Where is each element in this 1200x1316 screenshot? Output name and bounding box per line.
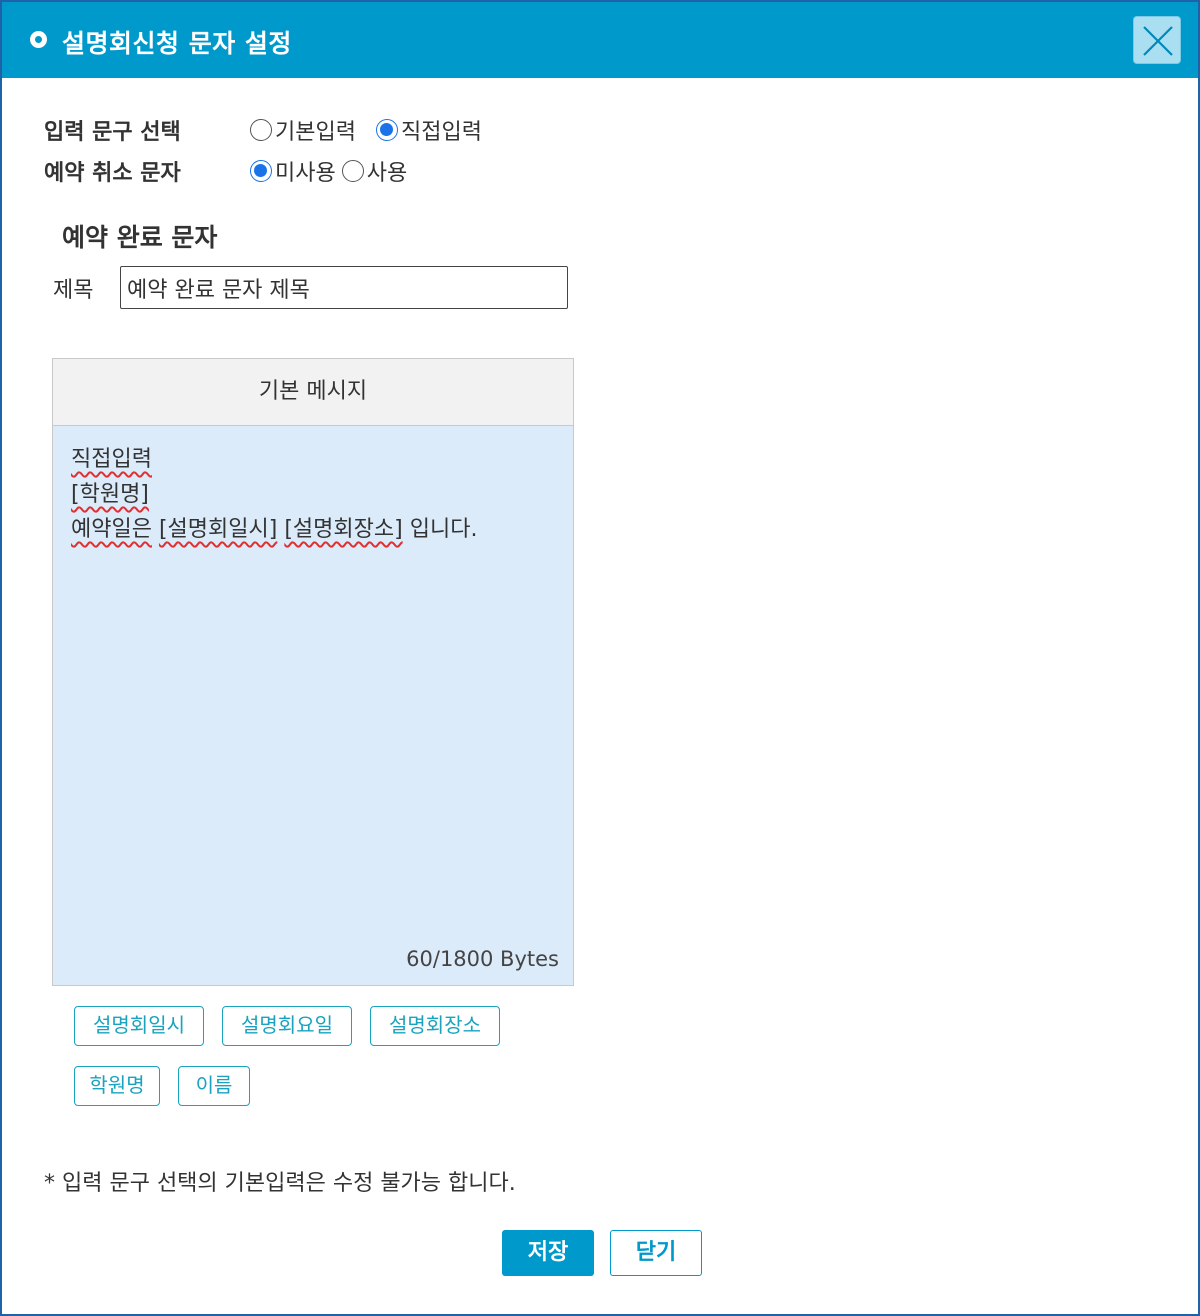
radio-direct-input-label: 직접입력 bbox=[400, 120, 482, 145]
radio-not-used-label: 미사용 bbox=[275, 161, 336, 186]
message-line: 예약일은 [설명회일시] [설명회장소] 입니다. bbox=[71, 517, 478, 542]
close-x-icon bbox=[1143, 26, 1173, 56]
save-button[interactable]: 저장 bbox=[502, 1230, 594, 1276]
message-line: 직접입력 bbox=[71, 447, 152, 472]
radio-not-used-circle[interactable] bbox=[250, 160, 272, 182]
radio-used-label: 사용 bbox=[366, 161, 408, 186]
input-phrase-label: 입력 문구 선택 bbox=[44, 120, 181, 145]
message-box: 기본 메시지 직접입력 [학원명] 예약일은 [설명회일시] [설명회장소] 입… bbox=[52, 358, 574, 986]
subject-label: 제목 bbox=[53, 278, 94, 303]
radio-used-circle[interactable] bbox=[341, 160, 364, 182]
bullet-icon bbox=[30, 31, 47, 48]
cancel-message-row: 예약 취소 문자 미사용 사용 bbox=[44, 154, 413, 188]
sms-settings-dialog: 설명회신청 문자 설정 입력 문구 선택 기본입력 직접입력 예약 취소 문자 … bbox=[0, 0, 1200, 1316]
complete-message-title: 예약 완료 문자 bbox=[62, 223, 218, 252]
message-box-header: 기본 메시지 bbox=[53, 359, 573, 426]
tag-button-session-weekday[interactable]: 설명회요일 bbox=[222, 1006, 352, 1046]
subject-input[interactable] bbox=[120, 266, 568, 309]
tag-button-session-place[interactable]: 설명회장소 bbox=[370, 1006, 500, 1046]
radio-used[interactable]: 사용 bbox=[341, 155, 408, 187]
input-phrase-row: 입력 문구 선택 기본입력 직접입력 bbox=[44, 113, 488, 147]
tag-button-session-datetime[interactable]: 설명회일시 bbox=[74, 1006, 204, 1046]
cancel-message-label: 예약 취소 문자 bbox=[44, 161, 181, 186]
radio-direct-input[interactable]: 직접입력 bbox=[375, 114, 482, 146]
tag-button-academy-name[interactable]: 학원명 bbox=[74, 1066, 160, 1106]
message-line: [학원명] bbox=[71, 482, 149, 507]
dialog-title: 설명회신청 문자 설정 bbox=[62, 29, 292, 58]
dialog-titlebar: 설명회신청 문자 설정 bbox=[2, 2, 1198, 78]
notice-text: * 입력 문구 선택의 기본입력은 수정 불가능 합니다. bbox=[44, 1171, 516, 1196]
close-dialog-button[interactable] bbox=[1133, 16, 1181, 64]
radio-default-input-circle[interactable] bbox=[250, 119, 272, 141]
radio-default-input[interactable]: 기본입력 bbox=[250, 114, 356, 146]
byte-counter: 60/1800 Bytes bbox=[406, 947, 559, 971]
radio-direct-input-circle[interactable] bbox=[375, 119, 398, 141]
message-textarea[interactable]: 직접입력 [학원명] 예약일은 [설명회일시] [설명회장소] 입니다. 60/… bbox=[53, 426, 573, 985]
close-button[interactable]: 닫기 bbox=[610, 1230, 702, 1276]
tag-button-name[interactable]: 이름 bbox=[178, 1066, 250, 1106]
radio-not-used[interactable]: 미사용 bbox=[250, 155, 336, 187]
radio-default-input-label: 기본입력 bbox=[275, 120, 356, 145]
